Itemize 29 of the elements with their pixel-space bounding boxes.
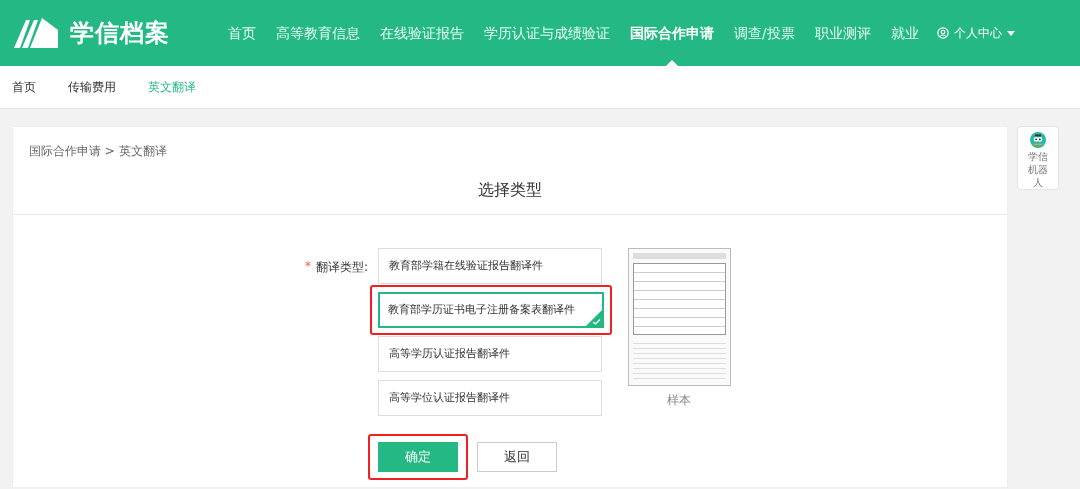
caret-icon <box>1006 30 1015 36</box>
required-mark: * <box>305 259 311 273</box>
nav-link[interactable]: 在线验证报告 <box>370 0 474 66</box>
option-item[interactable]: 教育部学历证书电子注册备案表翻译件 <box>378 292 604 328</box>
user-menu[interactable]: 个人中心 <box>936 24 1015 42</box>
nav-link[interactable]: 首页 <box>218 0 266 66</box>
nav-link[interactable]: 高等教育信息 <box>266 0 370 66</box>
page-title: 选择类型 <box>13 160 1007 215</box>
sample-caption: 样本 <box>667 392 691 409</box>
field-label: 翻译类型: <box>316 259 369 276</box>
subnav-tab[interactable]: 英文翻译 <box>148 78 196 96</box>
logo-text: 学信档案 <box>70 18 170 49</box>
book-logo-icon <box>12 16 60 50</box>
confirm-button[interactable]: 确定 <box>378 442 458 472</box>
subnav-tab[interactable]: 首页 <box>12 78 36 96</box>
nav-link[interactable]: 国际合作申请 <box>620 0 724 66</box>
back-button[interactable]: 返回 <box>477 442 557 472</box>
option-item[interactable]: 教育部学籍在线验证报告翻译件 <box>378 248 602 284</box>
robot-assistant-button[interactable]: 学信机器人 <box>1017 126 1059 190</box>
subnav-tab[interactable]: 传输费用 <box>68 78 116 96</box>
option-item[interactable]: 高等学位认证报告翻译件 <box>378 380 602 416</box>
check-corner-icon <box>586 310 602 326</box>
nav-link[interactable]: 职业测评 <box>804 0 881 66</box>
nav-link[interactable]: 调查/投票 <box>724 0 805 66</box>
user-icon <box>936 27 949 39</box>
nav-link[interactable]: 学历认证与成绩验证 <box>474 0 620 66</box>
nav-link[interactable]: 就业 <box>880 0 929 66</box>
breadcrumb: 国际合作申请 > 英文翻译 <box>28 143 168 160</box>
option-item[interactable]: 高等学历认证报告翻译件 <box>378 336 602 372</box>
